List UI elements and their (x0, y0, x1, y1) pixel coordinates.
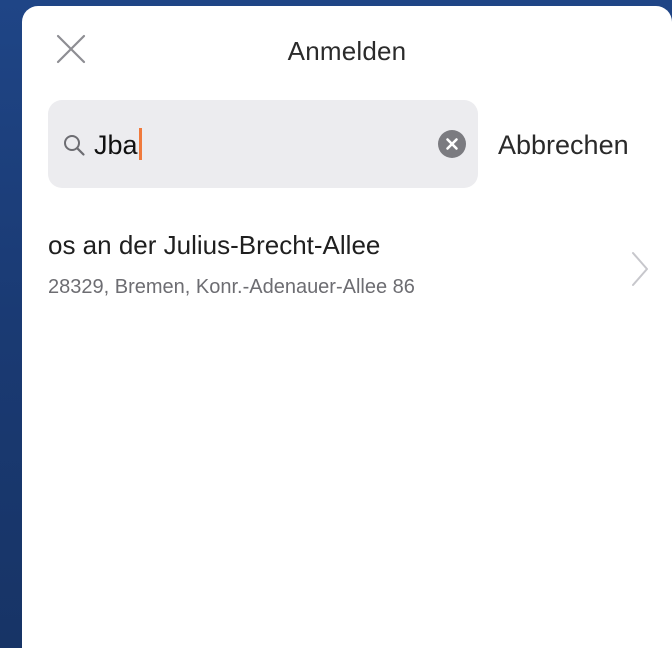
text-caret (138, 128, 142, 160)
clear-search-button[interactable] (438, 130, 466, 158)
search-row: Jba Abbrechen (48, 100, 672, 188)
list-item[interactable]: os an der Julius-Brecht-Allee 28329, Bre… (48, 228, 662, 318)
result-title: os an der Julius-Brecht-Allee (48, 230, 381, 260)
search-field[interactable]: Jba (48, 100, 478, 188)
page-title: Anmelden (287, 36, 407, 66)
cancel-button[interactable]: Abbrechen (498, 130, 629, 161)
search-input[interactable]: Jba (94, 128, 142, 161)
search-input-value: Jba (94, 130, 138, 160)
clear-circle-icon (446, 138, 458, 150)
login-sheet: Anmelden Jba Abbrechen os an der Julius-… (22, 6, 672, 648)
chevron-right-icon (632, 252, 648, 286)
result-address: 28329, Bremen, Konr.-Adenauer-Allee 86 (48, 276, 415, 298)
sheet-header: Anmelden (22, 6, 672, 92)
search-icon (64, 135, 85, 156)
